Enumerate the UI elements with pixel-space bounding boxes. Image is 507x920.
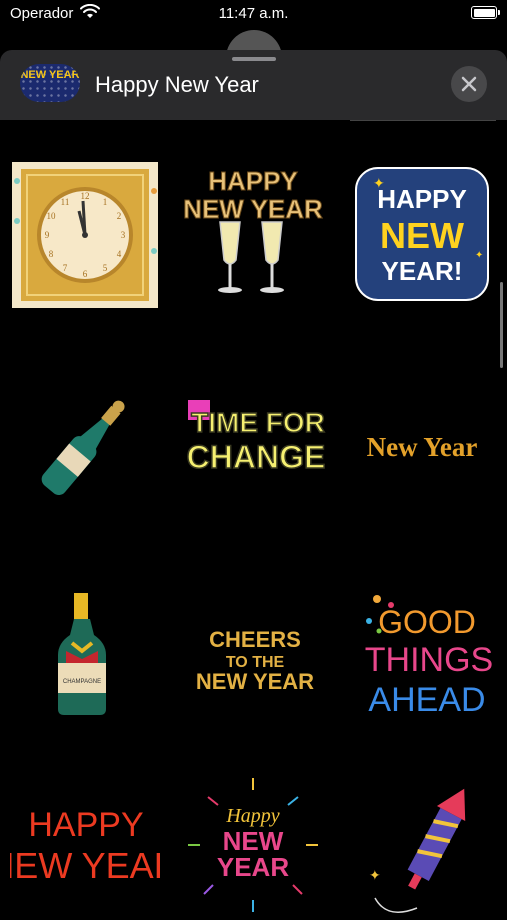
sticker-new-year-gold[interactable]: New Year (347, 370, 497, 520)
sticker-text: NEW YEAR (10, 845, 160, 886)
sticker-text: CHANGE (187, 439, 326, 475)
svg-text:3: 3 (121, 230, 126, 240)
sticker-happy-new-year-fireworks[interactable]: Happy NEW YEAR (178, 770, 328, 920)
bottle-label: CHAMPAGNE (63, 679, 101, 685)
scroll-indicator[interactable] (500, 282, 503, 368)
sticker-text: HAPPY (208, 166, 298, 196)
sticker-text: GOOD (378, 604, 476, 640)
svg-text:10: 10 (47, 211, 57, 221)
sticker-firework-rocket[interactable]: ✦ (347, 770, 497, 920)
sticker-text: NEW YEAR (183, 194, 323, 224)
sticker-happy-new-year-glasses[interactable]: HAPPY NEW YEAR (178, 160, 328, 310)
sticker-text: HAPPY (28, 806, 143, 844)
sticker-sheet: NEW YEAR Happy New Year 12 1 2 3 45 6 78 9 10… (0, 50, 507, 913)
sticker-text: TIME FOR (191, 407, 325, 438)
svg-text:12: 12 (81, 191, 90, 201)
sticker-good-things-ahead[interactable]: GOOD THINGS AHEAD (347, 585, 497, 735)
svg-text:2: 2 (117, 211, 122, 221)
svg-text:✦: ✦ (369, 867, 381, 883)
close-icon (461, 76, 477, 92)
champagne-bottle-icon (41, 400, 125, 496)
svg-text:6: 6 (83, 269, 88, 279)
svg-text:1: 1 (103, 197, 108, 207)
app-icon: NEW YEAR (20, 64, 80, 102)
sticker-text: HAPPY (377, 184, 467, 214)
status-bar: Operador 11:47 a.m. (0, 0, 507, 30)
sticker-text: Happy (225, 805, 279, 827)
svg-text:✦: ✦ (373, 175, 385, 191)
champagne-glasses-icon (218, 221, 284, 293)
svg-text:7: 7 (63, 263, 68, 273)
svg-text:✦: ✦ (475, 250, 483, 261)
sheet-title: Happy New Year (95, 72, 259, 97)
rocket-icon: ✦ (369, 788, 466, 913)
sheet-header: NEW YEAR Happy New Year (0, 50, 507, 120)
clock-icon: 12 12 3 45 6 78 9 10 11 (12, 162, 158, 308)
sticker-champagne-bottle[interactable]: CHAMPAGNE (10, 585, 160, 735)
svg-text:8: 8 (49, 249, 54, 259)
sticker-text: New Year (367, 432, 478, 462)
sticker-text: THINGS (365, 641, 493, 679)
sticker-happy-new-year-badge[interactable]: HAPPY NEW YEAR! ✦ ✦ (347, 160, 497, 310)
sticker-clock[interactable]: 12 1 2 3 45 6 78 9 10 11 (10, 160, 160, 310)
header-divider (350, 120, 496, 121)
clock-time: 11:47 a.m. (218, 5, 289, 22)
sticker-text: YEAR! (382, 256, 463, 286)
svg-text:4: 4 (117, 249, 122, 259)
sheet-grabber[interactable] (232, 57, 276, 61)
sticker-text: AHEAD (368, 681, 485, 719)
svg-text:11: 11 (61, 197, 70, 207)
svg-text:9: 9 (45, 230, 50, 240)
close-button[interactable] (451, 66, 487, 102)
sticker-text: CHEERS (209, 627, 301, 652)
app-icon-text: NEW YEAR (20, 69, 80, 81)
sticker-happy-new-year-red[interactable]: HAPPY NEW YEAR (10, 770, 160, 920)
sticker-text: YEAR (217, 852, 289, 882)
svg-text:5: 5 (103, 263, 108, 273)
battery-icon (471, 6, 500, 19)
champagne-bottle-icon: CHAMPAGNE (58, 593, 106, 715)
sticker-time-for-change[interactable]: TIME FOR CHANGE (178, 370, 328, 520)
sticker-cheers-new-year[interactable]: CHEERS TO THE NEW YEAR (178, 585, 328, 735)
sticker-champagne-popping[interactable] (10, 370, 160, 520)
sticker-text: NEW YEAR (196, 669, 314, 694)
sticker-text: NEW (380, 215, 464, 256)
